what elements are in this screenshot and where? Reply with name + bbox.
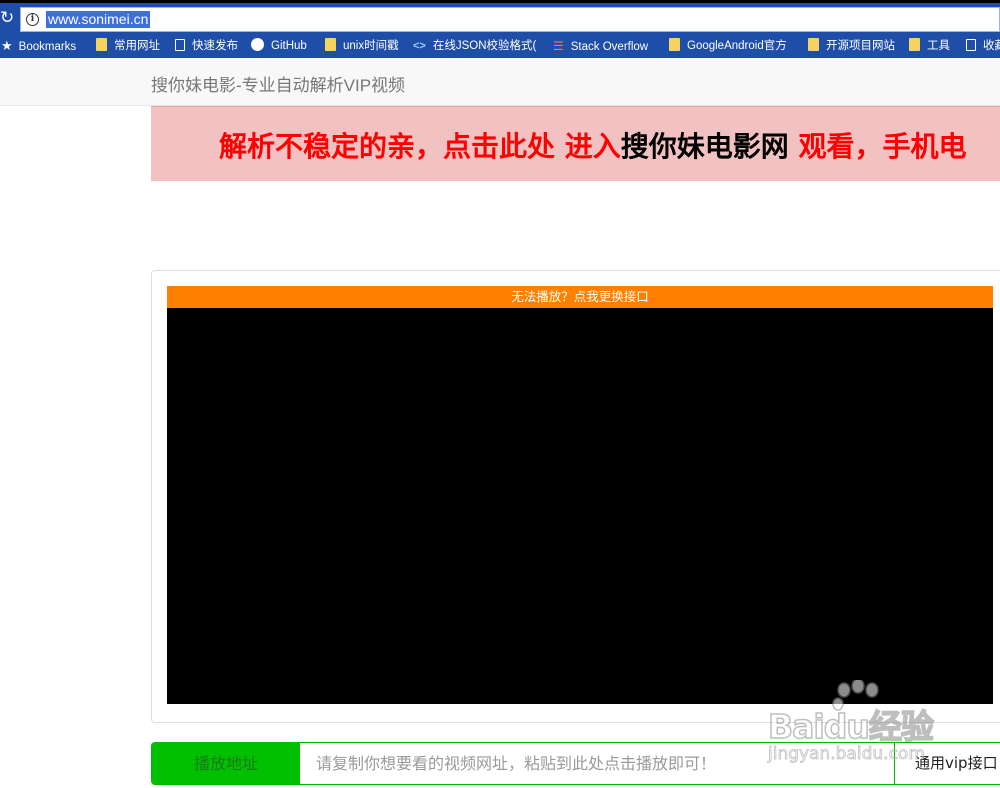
page-icon xyxy=(175,39,185,51)
folder-icon xyxy=(96,38,107,51)
notice-banner: 解析不稳定的亲，点击此处 进入搜你妹电影网 观看，手机电 xyxy=(151,106,1000,181)
bookmark-json-validator[interactable]: <> 在线JSON校验格式( xyxy=(413,38,536,54)
folder-icon xyxy=(808,38,819,51)
banner-text-part2: 观看，手机电 xyxy=(788,130,967,163)
player-panel: 无法播放？点我更换接口 xyxy=(151,270,1000,723)
bookmark-common-sites[interactable]: 常用网址 xyxy=(96,38,160,54)
banner-text-part1: 解析不稳定的亲，点击此处 进入 xyxy=(219,130,621,163)
site-info-icon[interactable]: i xyxy=(26,13,39,26)
github-icon xyxy=(251,38,264,51)
bookmark-favorites[interactable]: 收藏 xyxy=(966,38,1000,54)
site-brand[interactable]: 搜你妹电影-专业自动解析VIP视频 xyxy=(151,71,405,96)
page-icon xyxy=(966,39,976,51)
bookmark-stack-overflow[interactable]: ☰ Stack Overflow xyxy=(553,38,648,54)
folder-icon xyxy=(669,38,680,51)
star-icon: ★ xyxy=(1,38,13,53)
bookmark-bookmarks[interactable]: ★ Bookmarks xyxy=(1,38,76,54)
folder-icon xyxy=(909,38,920,51)
bookmarks-bar: ★ Bookmarks 常用网址 快速发布 GitHub unix时间戳 <> 在线… xyxy=(0,34,1000,58)
play-address-label: 播放地址 xyxy=(152,743,300,784)
banner-text: 解析不稳定的亲，点击此处 进入搜你妹电影网 观看，手机电 xyxy=(219,125,967,165)
play-url-form: 播放地址 通用vip接口 xyxy=(151,742,1000,785)
bookmark-tools[interactable]: 工具 xyxy=(909,38,950,54)
folder-icon xyxy=(325,38,336,51)
bookmark-quick-publish[interactable]: 快速发布 xyxy=(175,38,238,54)
bookmark-google-android[interactable]: GoogleAndroid官方 xyxy=(669,38,787,54)
banner-site-link[interactable]: 搜你妹电影网 xyxy=(621,130,789,163)
bookmark-open-source[interactable]: 开源项目网站 xyxy=(808,38,895,54)
url-text[interactable]: www.sonimei.cn xyxy=(46,11,151,28)
site-navbar: 搜你妹电影-专业自动解析VIP视频 xyxy=(0,58,1000,106)
interface-select[interactable]: 通用vip接口 xyxy=(894,743,1000,784)
switch-interface-button[interactable]: 无法播放？点我更换接口 xyxy=(167,286,993,308)
video-player[interactable] xyxy=(167,308,993,704)
code-icon: <> xyxy=(413,40,426,52)
url-field[interactable]: i www.sonimei.cn xyxy=(20,7,1000,32)
video-url-input[interactable] xyxy=(300,743,894,784)
stackoverflow-icon: ☰ xyxy=(553,39,564,53)
bookmark-unix-timestamp[interactable]: unix时间戳 xyxy=(325,38,399,54)
bookmark-github[interactable]: GitHub xyxy=(251,38,307,54)
reload-icon[interactable]: ↻ xyxy=(0,8,16,28)
browser-address-bar: ↻ i www.sonimei.cn xyxy=(0,0,1000,34)
